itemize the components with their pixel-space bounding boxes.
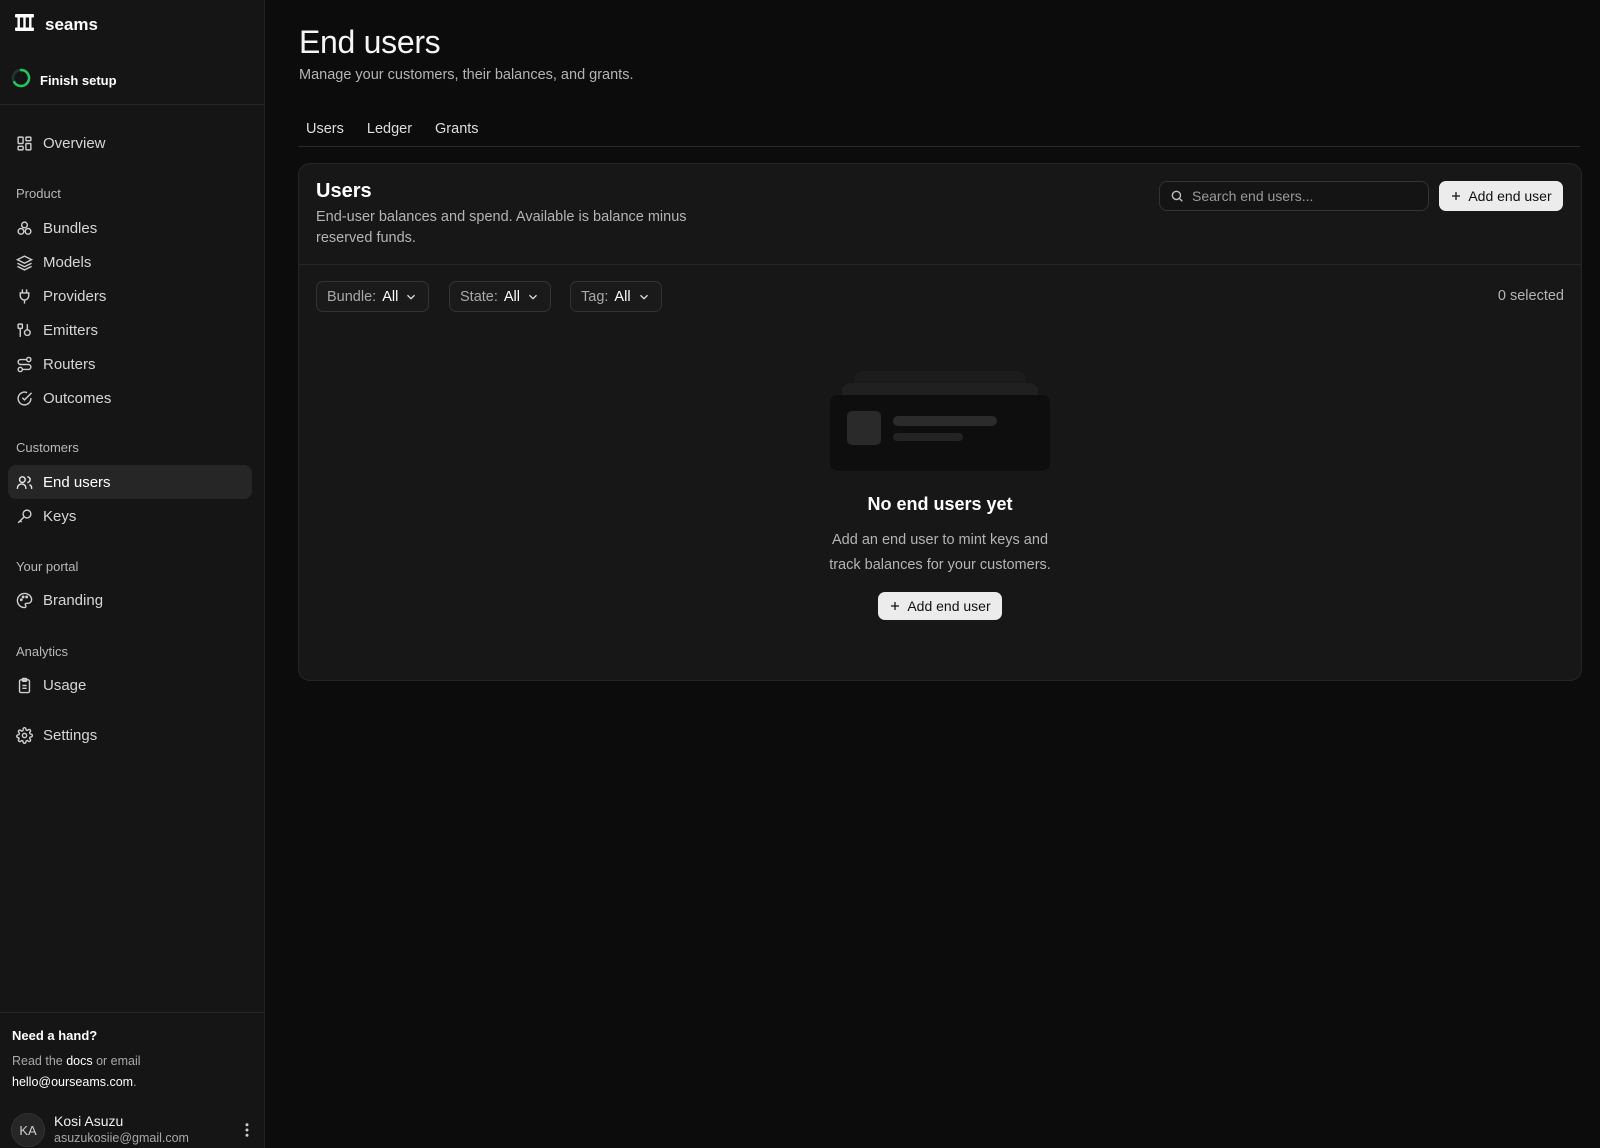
dashboard-icon — [17, 135, 32, 151]
help-title: Need a hand? — [12, 1028, 98, 1043]
search-box[interactable] — [1159, 181, 1429, 211]
sidebar-item-label: Overview — [43, 134, 106, 152]
users-card: Users End-user balances and spend. Avail… — [298, 163, 1582, 681]
sidebar-item-label: Branding — [43, 591, 104, 609]
filter-value: All — [614, 288, 631, 305]
sidebar-item-emitters[interactable]: Emitters — [8, 313, 252, 347]
filter-state[interactable]: State: All — [449, 281, 552, 312]
user-info: Kosi Asuzu asuzukosiie@gmail.com — [54, 1113, 189, 1147]
sidebar-item-label: Settings — [43, 726, 98, 744]
sidebar-item-models[interactable]: Models — [8, 245, 252, 279]
sidebar-item-bundles[interactable]: Bundles — [8, 211, 252, 245]
sidebar-item-label: Models — [43, 253, 92, 271]
sidebar-item-label: Usage — [43, 676, 87, 694]
section-label-portal: Your portal — [16, 559, 79, 574]
filter-label: Bundle: — [327, 288, 377, 305]
section-label-analytics: Analytics — [16, 644, 69, 659]
sidebar-item-providers[interactable]: Providers — [8, 279, 252, 313]
brand[interactable]: seams — [15, 14, 98, 36]
page-subtitle: Manage your customers, their balances, a… — [299, 67, 634, 83]
sidebar-divider — [0, 104, 264, 105]
sidebar-item-label: Routers — [43, 355, 96, 373]
more-vertical-icon[interactable] — [238, 1121, 256, 1139]
empty-add-end-user-button[interactable]: Add end user — [878, 592, 1002, 620]
emitter-icon — [17, 322, 31, 337]
sidebar-item-settings[interactable]: Settings — [8, 718, 252, 752]
tab-users[interactable]: Users — [298, 116, 352, 146]
add-end-user-button[interactable]: Add end user — [1439, 181, 1563, 211]
empty-state-title: No end users yet — [867, 494, 1013, 514]
layers-icon — [16, 254, 33, 271]
filter-bundle[interactable]: Bundle: All — [316, 281, 430, 312]
search-input[interactable] — [1192, 188, 1412, 204]
filter-value: All — [382, 288, 399, 305]
clipboard-icon — [18, 677, 31, 693]
sidebar-item-label: Keys — [43, 507, 77, 525]
user-email: asuzukosiie@gmail.com — [54, 1131, 189, 1145]
sidebar-item-keys[interactable]: Keys — [8, 499, 252, 533]
filter-value: All — [503, 288, 521, 305]
empty-state-description: Add an end user to mint keys and track b… — [790, 528, 1090, 578]
help-text: Read the docs or email hello@ourseams.co… — [12, 1051, 252, 1093]
sidebar-item-usage[interactable]: Usage — [8, 668, 252, 702]
sidebar-item-label: Outcomes — [43, 389, 112, 407]
gear-icon — [16, 726, 33, 744]
sidebar: seams Finish setup Overview Product Bund… — [0, 0, 265, 1148]
page-title: End users — [299, 24, 441, 60]
route-icon — [17, 356, 32, 372]
docs-link[interactable]: docs — [66, 1054, 92, 1068]
tab-ledger[interactable]: Ledger — [359, 116, 420, 146]
card-title: Users — [316, 180, 372, 202]
chevron-down-icon — [639, 294, 648, 300]
help-read-the: Read the — [12, 1054, 67, 1068]
empty-line-1: Add an end user to mint keys and — [831, 532, 1049, 548]
check-circle-icon — [17, 390, 33, 406]
card-divider — [299, 264, 1581, 265]
finish-setup-label: Finish setup — [40, 73, 117, 88]
add-end-user-label: Add end user — [1468, 188, 1552, 204]
sidebar-item-label: End users — [43, 473, 111, 491]
brand-name: seams — [45, 15, 98, 34]
chevron-down-icon — [407, 294, 416, 300]
sidebar-item-overview[interactable]: Overview — [8, 126, 252, 160]
users-icon — [16, 475, 33, 489]
sidebar-item-routers[interactable]: Routers — [8, 347, 252, 381]
help-divider — [0, 1012, 264, 1013]
palette-icon — [16, 592, 33, 608]
sidebar-item-label: Bundles — [43, 219, 98, 237]
key-icon — [17, 508, 32, 523]
filter-tag[interactable]: Tag: All — [570, 281, 662, 312]
user-name: Kosi Asuzu — [54, 1113, 124, 1129]
section-label-customers: Customers — [16, 440, 79, 455]
filter-label: Tag: — [581, 288, 609, 305]
help-period: . — [133, 1075, 137, 1089]
progress-ring-icon — [11, 68, 31, 93]
section-label-product: Product — [16, 186, 61, 201]
empty-add-end-user-label: Add end user — [907, 598, 991, 614]
finish-setup-button[interactable]: Finish setup — [11, 68, 117, 93]
empty-line-2: track balances for your customers. — [829, 557, 1051, 573]
empty-state-illustration — [830, 371, 1050, 471]
plus-icon — [891, 602, 900, 610]
tab-bar: Users Ledger Grants — [298, 116, 1580, 147]
sidebar-item-branding[interactable]: Branding — [8, 583, 252, 617]
card-description: End-user balances and spend. Available i… — [316, 209, 687, 246]
sidebar-item-end-users[interactable]: End users — [8, 465, 252, 499]
logo-icon — [15, 14, 34, 36]
selected-count: 0 selected — [1497, 288, 1564, 304]
boxes-icon — [17, 220, 32, 235]
search-icon — [1171, 190, 1183, 202]
chevron-down-icon — [529, 294, 537, 300]
plug-icon — [19, 288, 30, 304]
account-menu[interactable]: KA Kosi Asuzu asuzukosiie@gmail.com — [11, 1112, 256, 1148]
sidebar-item-label: Providers — [43, 287, 107, 305]
avatar: KA — [11, 1113, 45, 1147]
sidebar-item-outcomes[interactable]: Outcomes — [8, 381, 252, 415]
help-or-email: or email — [92, 1054, 141, 1068]
tab-grants[interactable]: Grants — [427, 116, 487, 146]
filter-label: State: — [460, 288, 498, 305]
sidebar-item-label: Emitters — [43, 321, 99, 339]
support-email-link[interactable]: hello@ourseams.com — [12, 1075, 133, 1089]
plus-icon — [1452, 192, 1461, 200]
